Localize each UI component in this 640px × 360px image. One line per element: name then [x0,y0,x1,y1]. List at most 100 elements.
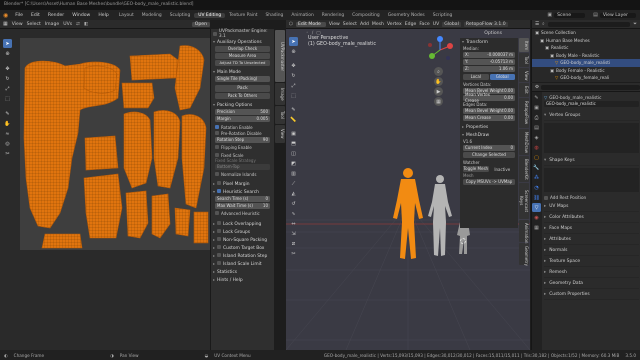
menu-help[interactable]: Help [94,13,112,18]
fixed-scale-checkbox[interactable] [215,153,219,157]
tool-props-icon[interactable]: ✎ [532,93,541,102]
packing-options-header[interactable]: ▾ Packing Options [211,101,274,109]
add-cube-tool-icon[interactable]: ▣ [289,129,298,138]
output-props-icon[interactable]: ⎙ [532,113,541,122]
properties-section[interactable]: ▸ UV Maps [544,201,639,212]
physics-props-icon[interactable]: ◔ [532,183,541,192]
vtab-meshdraw[interactable]: MeshDraw [519,129,529,155]
tab-geometry-nodes[interactable]: Geometry Nodes [384,13,429,18]
extrude-tool-icon[interactable]: ⬒ [289,139,298,148]
outliner-editor-icon[interactable]: ☰ [535,22,539,27]
modifier-props-icon[interactable]: 🔧 [532,163,541,172]
subpanel-statistics[interactable]: ▸ Statistics [211,268,274,276]
tab-sculpting[interactable]: Sculpting [166,13,195,18]
uv-menu-select[interactable]: Select [27,22,41,27]
transform-tool-icon[interactable]: ⬚ [3,94,12,103]
knife-tool-icon[interactable]: ⟋ [289,179,298,188]
global-button[interactable]: Global [489,74,515,80]
transform-header[interactable]: ▾ Transform [460,38,518,46]
outliner-item[interactable]: ▣ Human Base Meshes [532,37,640,45]
edge-bevel-weight-field[interactable]: Mean Bevel Weight 0.00 [463,108,515,114]
shape-keys-section[interactable]: ▾ Shape Keys [544,155,639,166]
bevel-tool-icon[interactable]: ◩ [289,159,298,168]
properties-editor-icon[interactable]: ⚙ [535,85,539,90]
toggle-mesh-button[interactable]: Toggle Mesh [463,166,489,172]
subpanel-checkbox[interactable] [217,237,222,241]
normalize-islands-row[interactable]: Normalize Islands [215,171,270,177]
precision-field[interactable]: Precision 500 [215,109,270,115]
meshdraw-header[interactable]: ▾ MeshDraw [460,131,518,139]
change-selected-button[interactable]: Change Selected [463,152,515,158]
pixel-margin-header[interactable]: ▸ Pixel Margin [211,180,274,188]
measure-area-button[interactable]: Measure Area [215,53,270,59]
pan-hand-icon[interactable]: ✋ [434,77,443,86]
texture-props-icon[interactable]: ▦ [532,223,541,232]
view-layer-selector[interactable]: View Layer [599,12,636,18]
mesh-data-props-icon[interactable]: ▽ [532,203,541,212]
local-button[interactable]: Local [463,74,489,80]
cursor-tool-icon[interactable]: ⊕ [289,47,298,56]
aux-ops-header[interactable]: ▾ Auxiliary Operations [211,38,274,46]
render-props-icon[interactable]: ▣ [532,103,541,112]
grab-tool-icon[interactable]: ✋ [3,119,12,128]
grid-view-icon[interactable]: ▦ [434,97,443,106]
y-field[interactable]: Y: -0.05713 m [463,59,515,65]
tab-modeling[interactable]: Modeling [138,13,166,18]
tab-compositing[interactable]: Compositing [348,13,384,18]
pre-rotation-row[interactable]: Pre-Rotation Disable [215,130,270,136]
vtab-edit[interactable]: Edit [519,83,529,97]
vtab-blenderkit[interactable]: BlenderKit [519,156,529,182]
constraints-props-icon[interactable]: ⛓ [532,193,541,202]
move-tool-icon[interactable]: ✥ [3,64,12,73]
outliner-search-input[interactable] [547,21,631,27]
vtab-uvpackmaster[interactable]: UVPackmaster [275,30,285,82]
zoom-icon[interactable]: ⌕ [434,67,443,76]
vtab-view[interactable]: View [275,125,285,143]
subpanel-non-square[interactable]: ▸ Non-Square Packing [211,236,274,244]
select-tool-icon[interactable]: ➤ [289,37,298,46]
shrink-tool-icon[interactable]: ⇲ [289,229,298,238]
poly-build-tool-icon[interactable]: ◭ [289,189,298,198]
tab-rendering[interactable]: Rendering [318,13,348,18]
shape-keys-list[interactable] [544,168,639,192]
subpanel-island-rotation[interactable]: ▸ Island Rotation Step [211,252,274,260]
scene-selector[interactable]: Scene [554,12,586,18]
current-index-field[interactable]: Current Index 0 [463,145,515,151]
outliner-item[interactable]: ▽ GEO-body_male_realisti [532,59,640,67]
tab-texture-paint[interactable]: Texture Paint [225,13,261,18]
x-field[interactable]: X: -0.000037 m [463,52,515,58]
heuristic-search-header[interactable]: ▾ Heuristic Search [211,188,274,196]
world-props-icon[interactable]: ◍ [532,143,541,152]
tab-shading[interactable]: Shading [262,13,288,18]
subpanel-checkbox[interactable] [217,253,222,257]
inset-tool-icon[interactable]: ◫ [289,149,298,158]
vtab-retopoflow[interactable]: RetopoFlow [519,98,529,128]
subpanel-checkbox[interactable] [217,245,222,249]
uv-menu-view[interactable]: View [12,22,23,27]
menu-render[interactable]: Render [44,13,68,18]
mesh-name-field[interactable]: GEO-body_male_realistic [544,101,639,107]
outliner-item[interactable]: ▣ Body Male - Realistic [532,52,640,60]
properties-section[interactable]: ▸ Remesh [544,267,639,278]
object-props-icon[interactable]: ▢ [532,153,541,162]
outliner-item[interactable]: ▣ Scene Collection [532,29,640,37]
rotation-step-field[interactable]: Rotation Step 90 [215,137,270,143]
rotate-tool-icon[interactable]: ↻ [289,71,298,80]
uv-sync-icon[interactable]: ⇄ [76,22,80,27]
vtab-item[interactable]: Item [519,38,529,52]
uv-menu-image[interactable]: Image [45,22,59,27]
scene-props-icon[interactable]: ◈ [532,133,541,142]
heuristic-checkbox[interactable] [217,189,222,193]
flipping-row[interactable]: Flipping Enable [215,144,270,150]
outliner-item[interactable]: ▣ Realistic [532,44,640,52]
rip-tool-icon[interactable]: ✂ [3,149,12,158]
measure-tool-icon[interactable]: 📏 [289,115,298,124]
add-rest-position-checkbox[interactable] [544,195,548,200]
properties-header[interactable]: ▸ Properties [460,123,518,131]
edge-slide-tool-icon[interactable]: ⇔ [289,219,298,228]
rotate-tool-icon[interactable]: ↻ [3,74,12,83]
subpanel-lock-overlapping[interactable]: ▸ Lock Overlapping [211,220,274,228]
menu-window[interactable]: Window [68,13,94,18]
margin-field[interactable]: Margin 0.005 [215,116,270,122]
properties-section[interactable]: ▸ Face Maps [544,223,639,234]
